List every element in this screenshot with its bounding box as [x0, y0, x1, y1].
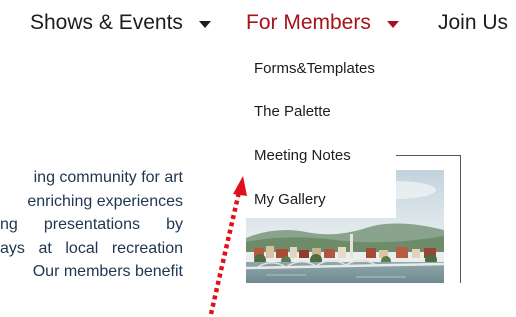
nav-for-members-label: For Members — [246, 11, 371, 34]
caret-down-icon[interactable] — [386, 21, 399, 28]
for-members-dropdown: Forms&Templates The Palette Meeting Note… — [238, 46, 396, 218]
nav-for-members[interactable]: For Members — [246, 10, 399, 36]
dropdown-item-forms-templates[interactable]: Forms&Templates — [254, 60, 375, 77]
intro-word: by — [166, 216, 183, 233]
intro-line: ng presentations by — [0, 213, 183, 237]
page: Shows & Events For Members Join Us ing c… — [0, 0, 516, 317]
intro-paragraph: ing community for art enriching experien… — [0, 166, 183, 283]
intro-word: ng — [0, 216, 18, 233]
dropdown-item-the-palette[interactable]: The Palette — [254, 103, 331, 120]
intro-line: ays at local recreation — [0, 237, 183, 261]
frame-right-line — [460, 155, 461, 283]
dropdown-item-meeting-notes[interactable]: Meeting Notes — [254, 147, 351, 164]
nav-shows-events-label: Shows & Events — [30, 11, 183, 34]
intro-line: Our members benefit — [32, 263, 183, 280]
intro-word: recreation — [111, 239, 183, 257]
intro-line: ing community for art — [33, 169, 183, 186]
intro-word: presentations — [43, 216, 140, 233]
dropdown-item-my-gallery[interactable]: My Gallery — [254, 191, 326, 208]
nav-join-us-label: Join Us — [438, 11, 509, 34]
intro-word: local — [65, 239, 99, 257]
nav-join-us[interactable]: Join Us — [438, 10, 508, 36]
frame-top-line — [396, 155, 461, 156]
intro-line: enriching experiences — [27, 192, 183, 210]
intro-word: at — [38, 239, 52, 257]
nav-shows-events[interactable]: Shows & Events — [30, 10, 211, 36]
caret-down-icon[interactable] — [198, 21, 211, 28]
intro-word: ays — [0, 239, 25, 257]
